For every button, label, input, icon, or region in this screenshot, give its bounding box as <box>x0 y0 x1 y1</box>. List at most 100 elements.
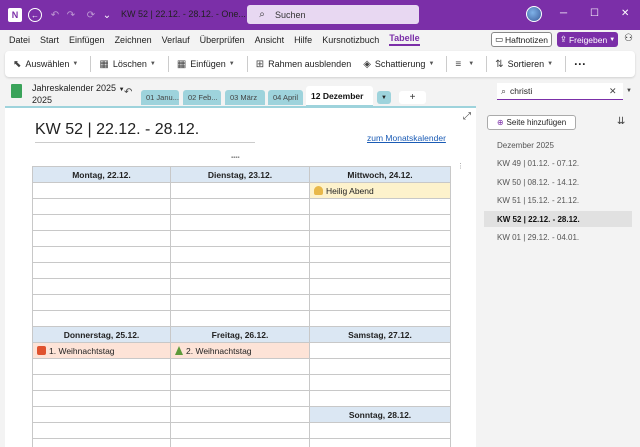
table-cell[interactable] <box>309 422 451 439</box>
notebook-icon[interactable] <box>11 84 22 98</box>
menu-item-start[interactable]: Start <box>40 35 59 45</box>
schattierung-button[interactable]: ◈ Schattierung ▼ <box>363 59 434 70</box>
add-page-button[interactable]: ⊕ Seite hinzufügen <box>487 115 576 130</box>
clear-search-icon[interactable]: ✕ <box>609 86 617 97</box>
table-cell[interactable] <box>170 230 310 247</box>
table-cell[interactable] <box>309 342 451 359</box>
table-cell[interactable] <box>170 214 310 231</box>
table-cell[interactable] <box>309 294 451 311</box>
rahmen-ausblenden-button[interactable]: ⊞ Rahmen ausblenden <box>256 59 351 70</box>
haftnotizen-button[interactable]: ▭ Haftnotizen <box>491 32 552 47</box>
tab-april[interactable]: 04 April <box>268 90 303 105</box>
table-cell[interactable] <box>170 262 310 279</box>
table-cell[interactable] <box>32 182 171 199</box>
einfuegen-button[interactable]: ▦ Einfügen ▼ <box>177 59 235 70</box>
table-cell[interactable] <box>170 406 310 423</box>
table-cell[interactable] <box>32 422 171 439</box>
table-cell[interactable] <box>170 294 310 311</box>
table-cell[interactable] <box>32 198 171 215</box>
customize-toolbar-icon[interactable]: ⌄ <box>100 8 114 22</box>
table-resize-handle-icon[interactable]: ⋮ <box>457 162 464 170</box>
page-title[interactable]: KW 52 | 22.12. - 28.12. <box>35 121 199 139</box>
table-cell[interactable] <box>170 182 310 199</box>
search-box[interactable]: ⌕ Suchen <box>247 5 419 24</box>
menu-item--berpr-fen[interactable]: Überprüfen <box>200 35 245 45</box>
table-cell[interactable] <box>32 278 171 295</box>
page-list-item[interactable]: KW 52 | 22.12. - 28.12. <box>484 211 632 227</box>
table-cell[interactable] <box>32 246 171 263</box>
event-heilig-abend[interactable]: Heilig Abend <box>309 182 451 199</box>
tab-februar[interactable]: 02 Feb... <box>183 90 221 105</box>
menu-item-verlauf[interactable]: Verlauf <box>162 35 190 45</box>
navigate-back-icon[interactable]: ↶ <box>124 87 132 98</box>
monatskalender-link[interactable]: zum Monatskalender <box>367 133 446 143</box>
table-cell[interactable] <box>309 358 451 375</box>
tab-januar[interactable]: 01 Janu... <box>141 90 179 105</box>
loeschen-button[interactable]: ▦ Löschen ▼ <box>99 59 155 70</box>
table-cell[interactable] <box>309 230 451 247</box>
sync-icon[interactable]: ⟳ <box>84 8 98 22</box>
day-header-sonntag[interactable]: Sonntag, 28.12. <box>309 406 451 423</box>
table-cell[interactable] <box>32 438 171 447</box>
back-icon[interactable]: ← <box>28 8 42 22</box>
align-button[interactable]: ≡ ▼ <box>455 59 474 70</box>
table-cell[interactable] <box>32 230 171 247</box>
table-cell[interactable] <box>309 198 451 215</box>
day-header-freitag[interactable]: Freitag, 26.12. <box>170 326 310 343</box>
menu-item-tabelle[interactable]: Tabelle <box>389 33 420 46</box>
table-cell[interactable] <box>32 310 171 327</box>
day-header-mittwoch[interactable]: Mittwoch, 24.12. <box>309 166 451 183</box>
table-cell[interactable] <box>170 198 310 215</box>
day-header-donnerstag[interactable]: Donnerstag, 25.12. <box>32 326 171 343</box>
more-options-button[interactable]: ··· <box>574 57 586 71</box>
table-cell[interactable] <box>309 262 451 279</box>
table-cell[interactable] <box>309 278 451 295</box>
table-cell[interactable] <box>32 406 171 423</box>
table-cell[interactable] <box>32 294 171 311</box>
page-list-item[interactable]: Dezember 2025 <box>484 137 632 153</box>
table-cell[interactable] <box>170 390 310 407</box>
menu-item-hilfe[interactable]: Hilfe <box>294 35 312 45</box>
minimize-button[interactable]: ─ <box>560 8 567 19</box>
table-cell[interactable] <box>170 278 310 295</box>
day-header-dienstag[interactable]: Dienstag, 23.12. <box>170 166 310 183</box>
menu-item-ansicht[interactable]: Ansicht <box>255 35 285 45</box>
day-header-montag[interactable]: Montag, 22.12. <box>32 166 171 183</box>
table-cell[interactable] <box>170 310 310 327</box>
table-cell[interactable] <box>32 262 171 279</box>
table-cell[interactable] <box>32 374 171 391</box>
page-list-item[interactable]: KW 50 | 08.12. - 14.12. <box>484 174 632 190</box>
table-cell[interactable] <box>309 374 451 391</box>
table-cell[interactable] <box>170 438 310 447</box>
avatar[interactable] <box>526 6 542 22</box>
add-section-button[interactable]: + <box>399 91 426 104</box>
find-input[interactable]: ⌕ christi <box>497 83 623 100</box>
sortieren-button[interactable]: ⇅ Sortieren ▼ <box>495 59 553 70</box>
menu-item-datei[interactable]: Datei <box>9 35 30 45</box>
undo-icon[interactable]: ↶ <box>48 8 62 22</box>
table-cell[interactable] <box>309 246 451 263</box>
event-1-weihnachtstag[interactable]: 1. Weihnachtstag <box>32 342 171 359</box>
notebook-selector[interactable]: Jahreskalender 2025 ▼ 2025 <box>32 83 125 105</box>
menu-item-kursnotizbuch[interactable]: Kursnotizbuch <box>322 35 379 45</box>
page-list-item[interactable]: KW 51 | 15.12. - 21.12. <box>484 193 632 209</box>
tab-maerz[interactable]: 03 März <box>225 90 265 105</box>
day-header-samstag[interactable]: Samstag, 27.12. <box>309 326 451 343</box>
table-cell[interactable] <box>170 358 310 375</box>
person-icon[interactable]: ⚇ <box>624 33 633 44</box>
freigeben-button[interactable]: ⇪ Freigeben ▼ <box>557 32 618 47</box>
redo-icon[interactable]: ↷ <box>64 8 78 22</box>
table-cell[interactable] <box>170 422 310 439</box>
auswaehlen-button[interactable]: ⬉ Auswählen ▼ <box>13 59 78 70</box>
tab-list-chevron-icon[interactable]: ▼ <box>377 91 391 104</box>
table-cell[interactable] <box>309 390 451 407</box>
table-cell[interactable] <box>32 214 171 231</box>
table-cell[interactable] <box>32 358 171 375</box>
table-cell[interactable] <box>32 390 171 407</box>
tab-dezember[interactable]: 12 Dezember <box>306 86 373 106</box>
table-move-handle-icon[interactable]: ▪▪▪▪ <box>231 155 245 161</box>
menu-item-zeichnen[interactable]: Zeichnen <box>115 35 152 45</box>
table-cell[interactable] <box>309 310 451 327</box>
table-cell[interactable] <box>309 438 451 447</box>
close-button[interactable]: ✕ <box>621 8 629 19</box>
